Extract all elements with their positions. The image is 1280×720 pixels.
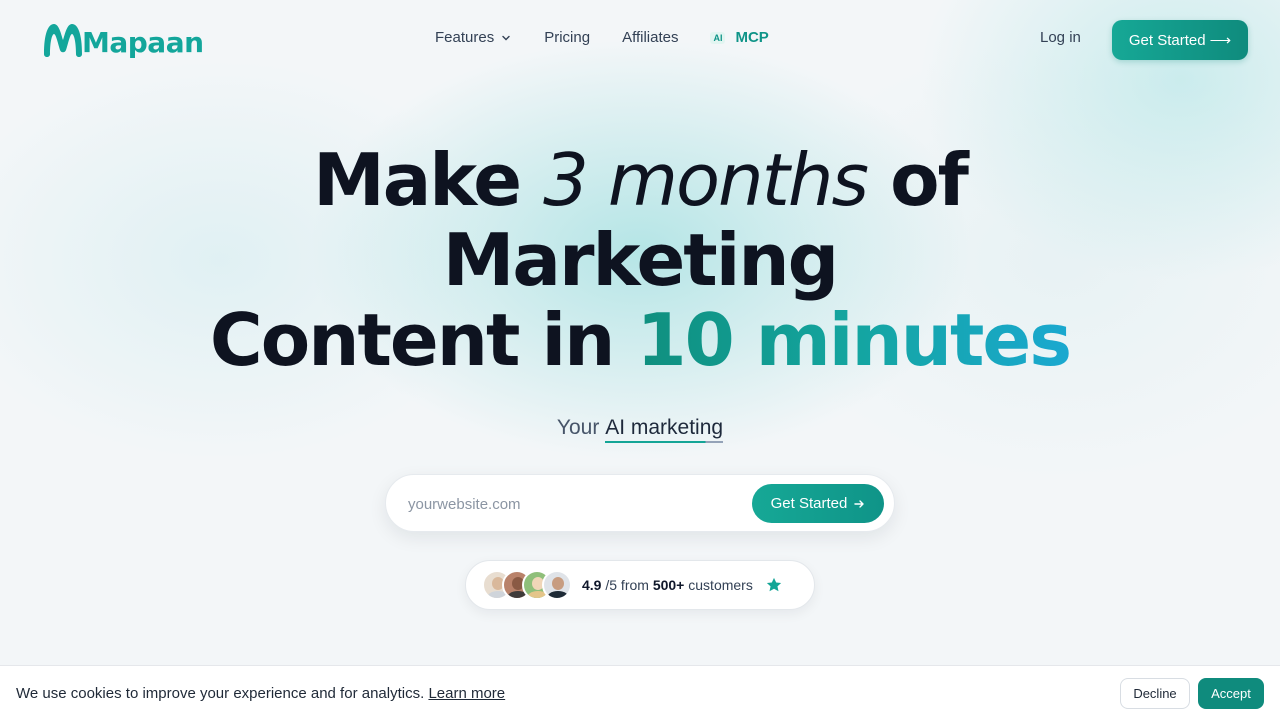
rating-suffix: customers [688,577,753,593]
nav-item-features-label: Features [435,29,495,46]
nav-item-pricing[interactable]: Pricing [544,29,590,46]
nav-item-affiliates[interactable]: Affiliates [622,29,678,46]
headline-content-in: Content in [209,298,615,382]
rating-badge: 4.9 /5 from 500+ customers [465,560,815,610]
headline-line-1: Make 3 months of [0,140,1280,220]
headline-of: of [890,138,969,222]
hero-section: Make 3 months of Marketing Content in 10… [0,140,1280,443]
headline-10-minutes: 10 minutes [636,298,1072,382]
decline-button[interactable]: Decline [1120,678,1190,709]
website-form: Get Started [385,474,895,532]
subtitle-rotating-word: AI marketing [605,416,724,443]
customer-avatars [482,570,572,600]
hero-headline: Make 3 months of Marketing Content in 10… [0,140,1280,380]
ai-badge: AI [710,31,726,44]
get-started-button-label: Get Started [1128,31,1206,49]
star-icon [766,577,781,592]
website-input[interactable] [408,491,728,517]
avatar [542,570,572,600]
chevron-down-icon [502,35,510,40]
headline-make: Make [313,138,522,222]
hero-get-started-label: Get Started [770,495,848,512]
headline-3-months: 3 months [543,138,869,222]
headline-line-2: Marketing [442,218,839,302]
nav-item-mcp[interactable]: AI MCP [710,29,769,46]
login-link[interactable]: Log in [1040,29,1081,46]
subtitle-your: Your [556,416,600,439]
cookie-banner: We use cookies to improve your experienc… [0,665,1280,720]
cookie-text: We use cookies to improve your experienc… [16,685,505,702]
rating-scale: /5 from [605,577,649,593]
rating-count: 500+ [652,577,685,593]
logo-mark-icon [44,24,82,57]
hero-get-started-button[interactable]: Get Started [752,484,884,523]
logo[interactable]: Mapaan [42,20,204,60]
arrow-right-icon: ⟶ [1209,32,1232,49]
nav-item-pricing-label: Pricing [544,29,591,46]
nav-links: Features Pricing Affiliates AI MCP [435,29,769,46]
top-navigation: Mapaan Features Pricing Affiliates AI MC… [0,0,1280,80]
cookie-message: We use cookies to improve your experienc… [16,685,425,702]
rating-score: 4.9 [582,577,602,593]
accept-button[interactable]: Accept [1198,678,1264,709]
nav-item-mcp-label: MCP [735,29,769,46]
rating-text: 4.9 /5 from 500+ customers [582,577,753,593]
headline-line-3: Content in 10 minutes [0,300,1280,380]
arrow-right-icon [854,499,865,508]
logo-text: Mapaan [82,25,204,59]
learn-more-link[interactable]: Learn more [428,685,505,702]
nav-item-affiliates-label: Affiliates [622,29,679,46]
hero-subtitle: Your AI marketing [0,416,1280,443]
get-started-button[interactable]: Get Started ⟶ [1112,20,1248,60]
nav-item-features[interactable]: Features [435,29,512,46]
